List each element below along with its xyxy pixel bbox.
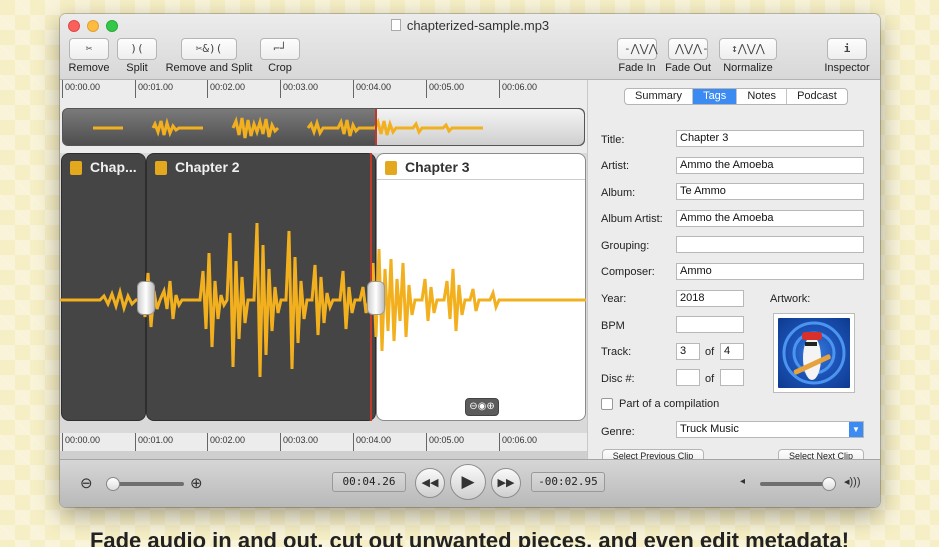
window-title: chapterized-sample.mp3 bbox=[60, 18, 880, 33]
waveform-overview[interactable] bbox=[62, 108, 585, 146]
fast-forward-button[interactable]: ▶▶ bbox=[491, 468, 521, 498]
ruler-tick bbox=[280, 80, 281, 98]
titlebar: chapterized-sample.mp3 ✂ Remove )( Split… bbox=[60, 14, 880, 80]
info-icon: i bbox=[827, 38, 867, 60]
ruler-tick bbox=[62, 80, 63, 98]
zoom-slider-knob[interactable] bbox=[106, 477, 120, 491]
disc-label: Disc #: bbox=[601, 373, 635, 385]
timeline-ruler-top[interactable]: 00:00.00 00:01.00 00:02.00 00:03.00 00:0… bbox=[60, 80, 587, 98]
disc-total-field[interactable] bbox=[720, 369, 744, 386]
waveform-editor[interactable]: Chap... Chapter 2 Chapter 3 ⊖◉⊕ bbox=[60, 153, 587, 433]
app-window: chapterized-sample.mp3 ✂ Remove )( Split… bbox=[60, 14, 880, 507]
artist-label: Artist: bbox=[601, 160, 630, 172]
zoom-out-icon[interactable]: ⊖ bbox=[80, 474, 93, 492]
bpm-field[interactable] bbox=[676, 316, 744, 333]
zoom-in-icon[interactable]: ⊕ bbox=[190, 474, 203, 492]
promo-caption: Fade audio in and out, cut out unwanted … bbox=[89, 528, 850, 547]
ruler-tick bbox=[426, 433, 427, 451]
volume-low-icon: ◂ bbox=[740, 476, 746, 487]
ruler-tick bbox=[280, 433, 281, 451]
year-label: Year: bbox=[601, 293, 627, 305]
artist-field[interactable]: Ammo the Amoeba bbox=[676, 157, 864, 174]
fast-forward-icon: ▶▶ bbox=[497, 477, 515, 489]
horizontal-scrollbar[interactable] bbox=[60, 451, 587, 459]
year-field[interactable]: 2018 bbox=[676, 290, 744, 307]
artwork-label: Artwork: bbox=[770, 293, 811, 305]
track-total-field[interactable]: 4 bbox=[720, 343, 744, 360]
grouping-label: Grouping: bbox=[601, 240, 650, 252]
title-label: Title: bbox=[601, 134, 625, 146]
ruler-tick bbox=[499, 433, 500, 451]
disc-of-label: of bbox=[705, 373, 715, 385]
genre-label: Genre: bbox=[601, 426, 635, 438]
overview-waveform bbox=[93, 116, 483, 139]
ruler-tick bbox=[135, 433, 136, 451]
artwork-well[interactable] bbox=[773, 313, 855, 393]
rewind-button[interactable]: ◀◀ bbox=[415, 468, 445, 498]
remove-button[interactable]: ✂ Remove bbox=[66, 38, 112, 74]
ruler-tick bbox=[353, 433, 354, 451]
ruler-tick bbox=[135, 80, 136, 98]
tab-notes[interactable]: Notes bbox=[737, 89, 788, 104]
compilation-checkbox[interactable] bbox=[601, 398, 613, 410]
composer-label: Composer: bbox=[601, 266, 655, 278]
compilation-label: Part of a compilation bbox=[619, 398, 720, 410]
chevron-down-icon: ▼ bbox=[849, 422, 863, 437]
split-button[interactable]: )( Split bbox=[116, 38, 158, 74]
crop-icon: ⌐┘ bbox=[260, 38, 300, 60]
ruler-tick bbox=[353, 80, 354, 98]
genre-select[interactable]: Truck Music ▼ bbox=[676, 421, 864, 438]
track-number-field[interactable]: 3 bbox=[676, 343, 700, 360]
fade-out-icon: ⋀⋁⋀- bbox=[668, 38, 709, 60]
split-icon: )( bbox=[117, 38, 157, 60]
inspector-tabs: Summary Tags Notes Podcast bbox=[624, 88, 848, 105]
fade-out-button[interactable]: ⋀⋁⋀- Fade Out bbox=[663, 38, 713, 74]
play-icon: ▶ bbox=[461, 472, 475, 491]
volume-high-icon: ◂))) bbox=[844, 476, 861, 488]
artwork-image bbox=[782, 321, 846, 385]
bpm-label: BPM bbox=[601, 320, 625, 332]
composer-field[interactable]: Ammo bbox=[676, 263, 864, 280]
ruler-tick bbox=[499, 80, 500, 98]
album-artist-label: Album Artist: bbox=[601, 213, 663, 225]
ruler-tick bbox=[62, 433, 63, 451]
track-of-label: of bbox=[705, 346, 715, 358]
ruler-tick bbox=[426, 80, 427, 98]
document-icon bbox=[390, 19, 401, 31]
title-field[interactable]: Chapter 3 bbox=[676, 130, 864, 147]
remove-and-split-icon: ✂&)( bbox=[181, 38, 237, 60]
inspector-button[interactable]: i Inspector bbox=[820, 38, 874, 74]
play-button[interactable]: ▶ bbox=[450, 464, 486, 500]
timeline-ruler-bottom[interactable]: 00:00.00 00:01.00 00:02.00 00:03.00 00:0… bbox=[60, 433, 587, 451]
album-label: Album: bbox=[601, 187, 636, 199]
tab-summary[interactable]: Summary bbox=[625, 89, 694, 104]
grouping-field[interactable] bbox=[676, 236, 864, 253]
clip-boundary-handle[interactable] bbox=[367, 281, 385, 315]
current-time-display: 00:04.26 bbox=[332, 472, 406, 492]
ruler-tick bbox=[207, 80, 208, 98]
transport-bar: ⊖ ⊕ 00:04.26 ◀◀ ▶ ▶▶ -00:02.95 ◂ ◂))) bbox=[60, 459, 880, 507]
tab-podcast[interactable]: Podcast bbox=[787, 89, 847, 104]
normalize-icon: ↕⋀⋁⋀ bbox=[719, 38, 777, 60]
album-artist-field[interactable]: Ammo the Amoeba bbox=[676, 210, 864, 227]
overview-playhead bbox=[375, 109, 377, 145]
fade-in-button[interactable]: -⋀⋁⋀ Fade In bbox=[615, 38, 659, 74]
crop-button[interactable]: ⌐┘ Crop bbox=[259, 38, 301, 74]
normalize-button[interactable]: ↕⋀⋁⋀ Normalize bbox=[716, 38, 780, 74]
inspector-panel: Summary Tags Notes Podcast Title: Chapte… bbox=[587, 80, 880, 463]
tab-tags[interactable]: Tags bbox=[693, 89, 738, 104]
album-artwork bbox=[778, 318, 850, 388]
clip-boundary-handle[interactable] bbox=[137, 281, 155, 315]
scissors-icon: ✂ bbox=[69, 38, 109, 60]
album-field[interactable]: Te Ammo bbox=[676, 183, 864, 200]
remaining-time-display: -00:02.95 bbox=[531, 472, 605, 492]
remove-and-split-button[interactable]: ✂&)( Remove and Split bbox=[163, 38, 255, 74]
volume-slider-knob[interactable] bbox=[822, 477, 836, 491]
ruler-tick bbox=[207, 433, 208, 451]
track-label: Track: bbox=[601, 346, 632, 358]
disc-number-field[interactable] bbox=[676, 369, 700, 386]
clip-gain-knob[interactable]: ⊖◉⊕ bbox=[465, 398, 499, 416]
rewind-icon: ◀◀ bbox=[421, 477, 439, 489]
fade-in-icon: -⋀⋁⋀ bbox=[617, 38, 658, 60]
